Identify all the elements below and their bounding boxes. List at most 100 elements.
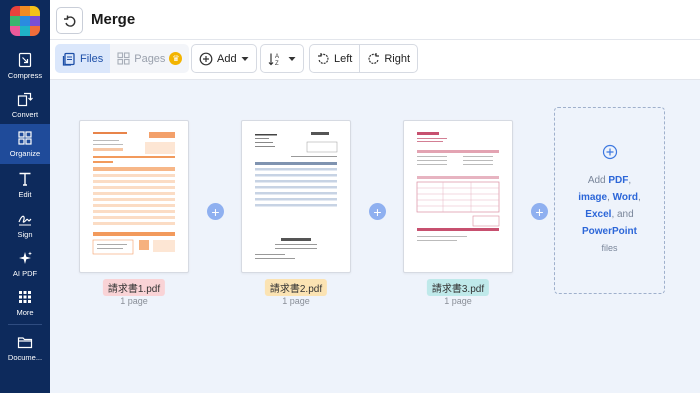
pdf-thumbnail-invoice-2 [255,132,338,259]
sidebar-item-label: Compress [7,71,43,80]
dropzone-text-and: and [617,209,634,220]
svg-text:Z: Z [275,61,279,66]
rotate-left-button[interactable]: Left [310,45,359,72]
insert-between-button-3[interactable]: + [531,203,548,220]
dropzone-comma: , [638,192,641,203]
sort-group: AZ [260,44,304,73]
file-card-2[interactable] [241,120,351,273]
sidebar-item-label: AI PDF [12,269,38,278]
undo-icon [63,15,75,27]
file-page-count-3: 1 page [444,296,472,306]
plus-icon: + [535,203,544,220]
sidebar-item-label: Organize [9,149,41,158]
dropzone-type-image: image [578,192,608,203]
rotate-left-label: Left [334,52,353,65]
add-button[interactable]: Add [192,45,256,72]
dropzone-comma: , [628,175,632,186]
sidebar-divider [8,324,42,325]
files-label: Files [80,52,104,65]
pages-view-button[interactable]: Pages ♛ [110,44,189,73]
file-name-3: 請求書3.pdf [426,279,490,296]
pdf-thumbnail-invoice-1 [92,132,175,255]
convert-icon [17,92,33,107]
sign-icon [18,215,32,226]
crown-icon: ♛ [169,52,183,65]
insert-between-button-1[interactable]: + [207,203,224,220]
logo-tile [10,6,20,16]
folder-icon [17,337,33,349]
rotate-right-label: Right [384,52,411,65]
files-view-button[interactable]: Files [55,44,111,73]
file-card-1[interactable] [79,120,189,273]
view-toggle: Files Pages ♛ [55,44,190,73]
rotate-left-icon [318,53,329,64]
logo-tile [20,26,30,36]
sidebar-item-documents[interactable]: Docume... [0,328,50,368]
file-name-1: 請求書1.pdf [102,279,166,296]
svg-text:A: A [275,54,279,60]
dropzone-comma: , [607,192,610,203]
dropzone-text: Add PDF, image, Word, Excel, and PowerPo… [578,175,641,253]
toolbar: Files Pages ♛ Add AZ Left Right [50,40,700,80]
logo-tile [20,6,30,16]
rotate-group: Left Right [309,44,419,73]
logo-tile [30,26,40,36]
sort-az-icon: AZ [268,53,279,66]
rotate-right-icon [368,53,380,64]
logo-tile [20,16,30,26]
file-card-3[interactable] [403,120,513,273]
page-title: Merge [91,11,136,28]
rotate-right-button[interactable]: Right [359,45,417,72]
add-files-dropzone[interactable]: Add PDF, image, Word, Excel, and PowerPo… [554,107,665,294]
organize-icon [18,131,32,145]
add-label: Add [217,52,237,65]
dropzone-type-word: Word [612,192,639,203]
edit-icon [19,172,31,186]
sidebar-item-compress[interactable]: Compress [0,46,50,86]
sidebar-item-organize[interactable]: Organize [0,124,50,164]
logo-tile [30,16,40,26]
pdf-thumbnail-invoice-3 [416,132,500,241]
file-page-count-2: 1 page [282,296,310,306]
sidebar-item-label: Docume... [7,353,43,362]
sidebar-item-more[interactable]: More [0,283,50,323]
sidebar-item-label: Edit [18,190,32,199]
file-page-count-1: 1 page [120,296,148,306]
sidebar-item-sign[interactable]: Sign [0,205,50,245]
add-group: Add [191,44,257,73]
caret-down-icon [241,56,249,61]
sidebar-item-label: More [16,308,34,317]
sort-button[interactable]: AZ [261,45,303,72]
plus-icon: + [211,203,220,220]
sidebar-item-ai-pdf[interactable]: AI PDF [0,244,50,284]
merge-canvas: 請求書1.pdf 1 page + 請求書2.pdf 1 page + 請求書3… [50,80,700,393]
add-circle-icon [602,144,617,160]
back-button[interactable] [56,7,83,34]
header: Merge [50,0,700,40]
ai-sparkle-icon [19,251,32,264]
pages-label: Pages [134,52,166,65]
compress-icon [18,52,32,68]
sidebar-item-label: Sign [17,230,33,239]
sidebar: Compress Convert Organize Edit Sign AI P… [0,0,50,393]
logo-tile [10,16,20,26]
dropzone-type-pdf: PDF [608,175,629,186]
logo-tile [30,6,40,16]
dropzone-text-files: files [601,243,618,253]
insert-between-button-2[interactable]: + [369,203,386,220]
pages-grid-icon [117,52,130,65]
dropzone-type-excel: Excel [585,209,612,220]
sidebar-item-convert[interactable]: Convert [0,85,50,125]
grid-dots-icon [19,291,31,303]
caret-down-icon [288,56,296,61]
logo-tile [10,26,20,36]
plus-icon: + [373,203,382,220]
file-name-2: 請求書2.pdf [264,279,328,296]
files-icon [62,52,75,66]
dropzone-type-powerpoint: PowerPoint [581,226,637,237]
add-circle-icon [199,52,213,65]
dropzone-text-add: Add [587,175,606,186]
app-logo[interactable] [10,6,40,36]
sidebar-item-edit[interactable]: Edit [0,165,50,205]
sidebar-item-label: Convert [11,110,39,119]
